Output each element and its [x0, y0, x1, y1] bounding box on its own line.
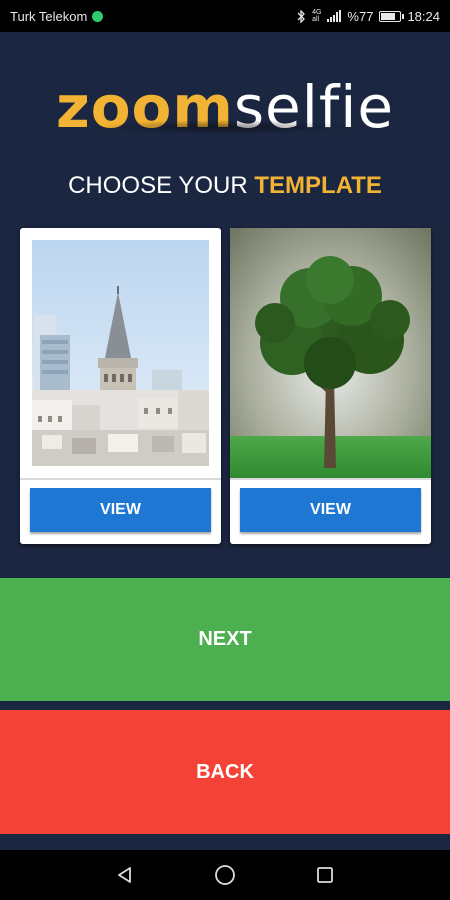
- bluetooth-icon: [297, 9, 305, 23]
- battery-icon: [379, 10, 405, 22]
- next-button[interactable]: NEXT: [0, 578, 450, 701]
- recents-square-icon[interactable]: [315, 865, 335, 885]
- galata-tower-image[interactable]: [32, 240, 209, 466]
- status-bar: Turk Telekom 4G all %77 18:24: [0, 0, 450, 32]
- template-card-2[interactable]: VIEW: [230, 228, 431, 544]
- card-divider: [230, 478, 431, 480]
- back-triangle-icon[interactable]: [115, 865, 135, 885]
- system-nav-bar: [0, 850, 450, 900]
- view-template-2-button[interactable]: VIEW: [240, 488, 421, 532]
- clock: 18:24: [407, 8, 440, 24]
- carrier: Turk Telekom: [10, 8, 104, 24]
- logo-shadow: [95, 120, 355, 134]
- page-title: CHOOSE YOUR TEMPLATE: [0, 172, 450, 200]
- carrier-name: Turk Telekom: [10, 8, 88, 24]
- view-template-1-button[interactable]: VIEW: [30, 488, 211, 532]
- status-icons: 4G all %77 18:24: [296, 9, 440, 24]
- page-title-prefix: CHOOSE YOUR: [68, 172, 248, 199]
- battery-percent: %77: [347, 8, 374, 24]
- tree-image[interactable]: [230, 228, 431, 478]
- home-circle-icon[interactable]: [214, 864, 236, 886]
- back-button[interactable]: BACK: [0, 710, 450, 834]
- notification-dot-icon: [92, 10, 104, 22]
- signal-icon: [327, 10, 342, 22]
- network-type: 4G all: [312, 9, 322, 23]
- page-title-accent: TEMPLATE: [254, 172, 382, 199]
- template-card-1[interactable]: VIEW: [20, 228, 221, 544]
- app-screen: zoom selfie CHOOSE YOUR TEMPLATE VIEW VI…: [0, 32, 450, 850]
- battery-fill: [381, 12, 396, 20]
- card-divider: [20, 478, 221, 480]
